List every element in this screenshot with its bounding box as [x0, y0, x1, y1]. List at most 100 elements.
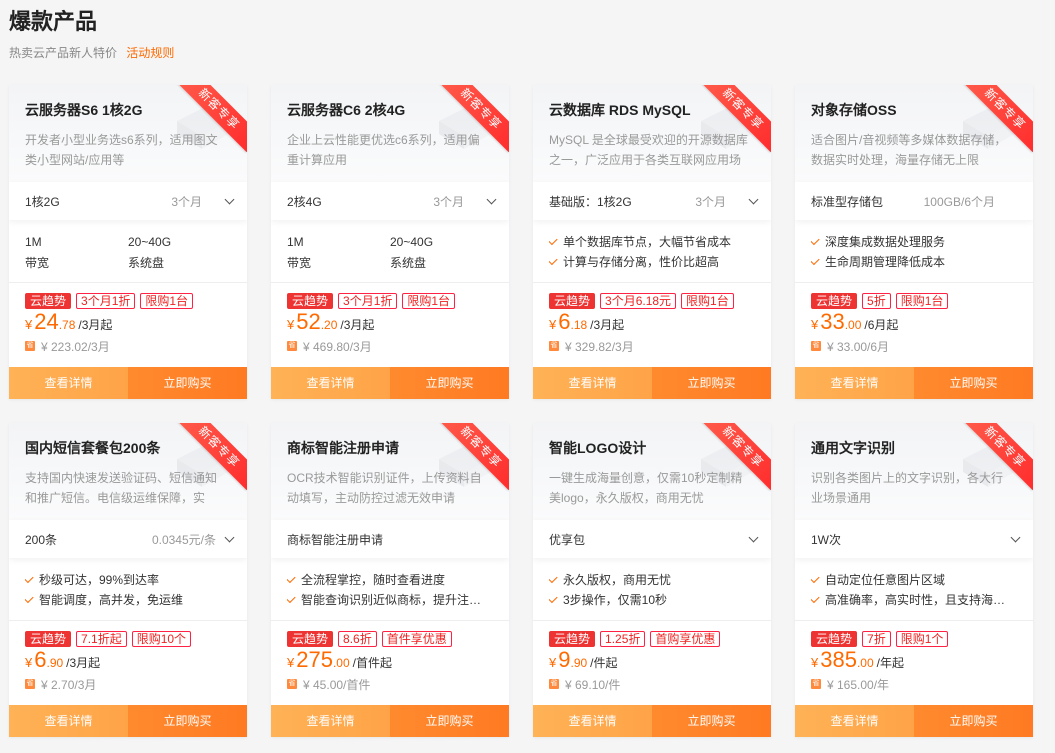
tag-list: 云趋势 1.25折 首购享优惠 [533, 621, 771, 647]
original-price-text: ¥ 2.70/3月 [41, 677, 97, 692]
original-price: 省 ¥ 33.00/6月 [795, 333, 1033, 355]
spec-select-value: 优享包 [549, 532, 586, 547]
price-integer: 6 [558, 309, 571, 334]
feature-item: 全流程掌控，随时查看进度 [287, 570, 493, 590]
check-icon [811, 573, 820, 584]
spec-select[interactable]: 1核2G 3个月 [9, 182, 247, 220]
limit-tag: 首购享优惠 [650, 631, 721, 647]
buy-now-button[interactable]: 立即购买 [390, 705, 509, 737]
currency-symbol: ¥ [287, 317, 295, 332]
price: ¥ 52 .20 /3月起 [271, 309, 509, 334]
card-description: 一键生成海量创意，仅需10秒定制精美logo，永久版权，商用无忧 [549, 471, 743, 505]
price: ¥ 24 .78 /3月起 [9, 309, 247, 334]
price: ¥ 9 .90 /件起 [533, 647, 771, 672]
buy-now-button[interactable]: 立即购买 [914, 705, 1033, 737]
view-details-button[interactable]: 查看详情 [533, 367, 652, 399]
currency-symbol: ¥ [549, 317, 557, 332]
price-unit: /6月起 [864, 318, 899, 332]
spec-select-duration: 3个月 [695, 194, 726, 209]
buy-now-button[interactable]: 立即购买 [652, 705, 771, 737]
buy-now-button[interactable]: 立即购买 [914, 367, 1033, 399]
activity-rules-link[interactable]: 活动规则 [126, 46, 174, 60]
feature-item: 智能查询识别近似商标，提升注… [287, 590, 493, 610]
card-actions: 查看详情 立即购买 [271, 367, 509, 399]
card-description: 识别各类图片上的文字识别，各大行业场景通用 [811, 471, 1004, 505]
check-icon [287, 593, 296, 604]
original-price: 省 ¥ 469.80/3月 [271, 333, 509, 355]
check-icon [549, 255, 558, 266]
spec-select[interactable]: 200条 0.0345元/条 [9, 520, 247, 558]
currency-symbol: ¥ [549, 655, 557, 670]
trend-tag: 云趋势 [287, 631, 334, 647]
save-icon: 省 [811, 679, 821, 689]
view-details-button[interactable]: 查看详情 [9, 367, 128, 399]
trend-tag: 云趋势 [287, 293, 334, 309]
spec-value: 1M [287, 235, 304, 249]
price-integer: 24 [34, 309, 59, 334]
price-integer: 385 [820, 647, 857, 672]
view-details-button[interactable]: 查看详情 [271, 367, 390, 399]
spec-select[interactable]: 商标智能注册申请 [271, 520, 509, 558]
original-price-text: ¥ 223.02/3月 [41, 339, 110, 354]
spec-select[interactable]: 2核4G 3个月 [271, 182, 509, 220]
feature-list: 全流程掌控，随时查看进度 智能查询识别近似商标，提升注… [271, 558, 509, 620]
feature-item: 3步操作，仅需10秒 [549, 590, 755, 610]
view-details-button[interactable]: 查看详情 [795, 367, 914, 399]
view-details-button[interactable]: 查看详情 [795, 705, 914, 737]
price-decimal: .90 [46, 656, 64, 670]
trend-tag: 云趋势 [25, 631, 72, 647]
card-description: MySQL 是全球最受欢迎的开源数据库之一，广泛应用于各类互联网应用场景 [549, 133, 748, 167]
buy-now-button[interactable]: 立即购买 [652, 367, 771, 399]
price-integer: 33 [820, 309, 845, 334]
check-icon [25, 593, 34, 604]
view-details-button[interactable]: 查看详情 [533, 705, 652, 737]
spec-select[interactable]: 1W次 [795, 520, 1033, 558]
limit-tag: 限购1台 [681, 293, 734, 309]
card-actions: 查看详情 立即购买 [795, 705, 1033, 737]
feature-item: 永久版权，商用无忧 [549, 570, 755, 590]
limit-tag: 限购10个 [131, 631, 192, 647]
discount-tag: 5折 [862, 293, 891, 309]
currency-symbol: ¥ [811, 317, 819, 332]
chevron-down-icon [486, 194, 497, 204]
feature-item: 自动定位任意图片区域 [811, 570, 1017, 590]
original-price-text: ¥ 329.82/3月 [565, 339, 634, 354]
product-grid: 新客专享 云服务器S6 1核2G 开发者小型业务选s6系列，适用图文类小型网站/… [9, 85, 1033, 737]
currency-symbol: ¥ [25, 317, 33, 332]
price-decimal: .00 [332, 656, 350, 670]
spec-select[interactable]: 标准型存储包 100GB/6个月 [795, 182, 1033, 220]
price-decimal: .18 [570, 318, 588, 332]
spec-select[interactable]: 优享包 [533, 520, 771, 558]
card-actions: 查看详情 立即购买 [271, 705, 509, 737]
limit-tag: 限购1台 [402, 293, 456, 309]
feature-item: 高准确率，高实时性，且支持海… [811, 590, 1017, 610]
price: ¥ 33 .00 /6月起 [795, 309, 1033, 334]
save-icon: 省 [287, 341, 297, 351]
trend-tag: 云趋势 [811, 631, 858, 647]
check-icon [25, 573, 34, 584]
feature-list: 永久版权，商用无忧 3步操作，仅需10秒 [533, 558, 771, 620]
spec-select-value: 标准型存储包 [811, 194, 884, 209]
price: ¥ 6 .18 /3月起 [533, 309, 771, 334]
spec-select[interactable]: 基础版：1核2G 3个月 [533, 182, 771, 220]
tag-list: 云趋势 7折 限购1个 [795, 621, 1033, 647]
price-unit: /首件起 [352, 656, 392, 670]
spec-select-value: 1W次 [811, 532, 842, 547]
original-price-text: ¥ 33.00/6月 [827, 339, 890, 354]
check-icon [287, 573, 296, 584]
price-unit: /3月起 [78, 318, 113, 332]
save-icon: 省 [549, 679, 559, 689]
buy-now-button[interactable]: 立即购买 [128, 367, 247, 399]
product-card: 新客专享 国内短信套餐包200条 支持国内快速发送验证码、短信通知和推广短信。电… [9, 423, 247, 737]
spec-select-duration: 0.0345元/条 [151, 532, 216, 547]
card-actions: 查看详情 立即购买 [533, 367, 771, 399]
original-price-text: ¥ 69.10/件 [565, 677, 621, 692]
spec-value: 20~40G [128, 235, 172, 249]
spec-select-value: 2核4G [287, 194, 322, 209]
check-icon [811, 235, 820, 246]
view-details-button[interactable]: 查看详情 [9, 705, 128, 737]
view-details-button[interactable]: 查看详情 [271, 705, 390, 737]
buy-now-button[interactable]: 立即购买 [128, 705, 247, 737]
price-decimal: .00 [856, 656, 874, 670]
buy-now-button[interactable]: 立即购买 [390, 367, 509, 399]
